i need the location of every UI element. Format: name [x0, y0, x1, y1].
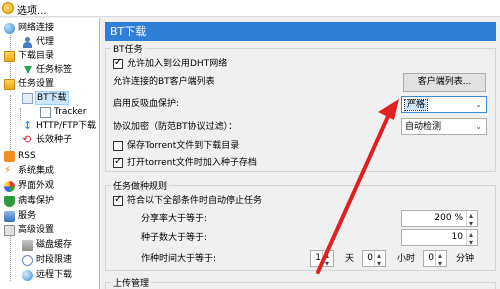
- folder-icon: [4, 51, 15, 62]
- allowed-clients-label: 允许连接的BT客户端列表: [113, 77, 215, 87]
- settings-tree: 网络连接 代理 下载目录 任务标签 任务设置 BT下载 Tracker HTTP…: [0, 18, 100, 289]
- arrows-icon: [22, 119, 33, 132]
- ratio-stepper[interactable]: 200 %: [401, 208, 478, 231]
- client-list-button[interactable]: 客户端列表...: [403, 73, 486, 92]
- arrow-down-icon: [22, 65, 33, 76]
- app-icon: [2, 2, 14, 14]
- bt-icon: [22, 93, 33, 104]
- services-icon: [4, 211, 15, 222]
- user-icon: [22, 37, 33, 48]
- encryption-label: 协议加密（防范BT协议过滤）：: [113, 122, 238, 132]
- checkbox-box[interactable]: [113, 57, 123, 69]
- spin-buttons[interactable]: [435, 248, 446, 271]
- days-unit: 天: [345, 254, 355, 264]
- checkbox-box[interactable]: [113, 194, 123, 206]
- page-title: BT下载: [105, 22, 496, 41]
- tree-guide-line: [10, 95, 11, 153]
- advanced-icon: [4, 225, 15, 236]
- spin-buttons[interactable]: [466, 208, 477, 231]
- refresh-icon: [22, 133, 33, 146]
- minutes-stepper[interactable]: 0: [423, 248, 447, 271]
- clock-icon: [22, 255, 33, 266]
- spin-buttons[interactable]: [322, 248, 333, 271]
- hours-unit: 小时: [397, 254, 416, 264]
- rss-icon: [4, 151, 15, 162]
- anti-leech-label: 启用反吸血保护:: [113, 99, 180, 109]
- ratio-label: 分享率大于等于:: [141, 214, 208, 224]
- bt-task-group-title: BT任务: [111, 42, 145, 55]
- title-bar: 选项...: [0, 0, 500, 17]
- shield-icon: [4, 196, 15, 207]
- upload-management-group: [105, 282, 496, 289]
- checkbox-box[interactable]: [113, 156, 123, 168]
- checkbox-box[interactable]: [113, 141, 123, 151]
- settings-pane: BT下载 BT任务 允许加入到公用DHT网络 允许连接的BT客户端列表 客户端列…: [101, 18, 500, 289]
- spin-buttons[interactable]: [374, 248, 385, 271]
- palette-icon: [4, 181, 15, 192]
- tree-guide-line: [20, 108, 21, 122]
- seeds-label: 种子数大于等于:: [141, 233, 208, 243]
- document-icon: [40, 107, 51, 118]
- plug-icon: [4, 164, 15, 177]
- hours-stepper[interactable]: 0: [362, 248, 386, 271]
- chevron-down-icon: ⌄: [475, 122, 482, 131]
- remote-icon: [22, 270, 33, 281]
- chevron-down-icon: ⌄: [475, 100, 482, 109]
- globe-icon: [4, 23, 15, 34]
- anti-leech-select[interactable]: 严格 ⌄: [401, 96, 487, 113]
- encryption-select[interactable]: 自动检测 ⌄: [401, 118, 487, 135]
- seeds-stepper[interactable]: 10: [401, 227, 478, 250]
- folder-icon: [4, 79, 15, 90]
- disk-icon: [22, 240, 33, 251]
- upload-management-group-title: 上传管理: [111, 276, 152, 289]
- spin-buttons[interactable]: [466, 227, 477, 250]
- seed-time-label: 作种时间大于等于:: [141, 254, 217, 264]
- days-stepper[interactable]: 1: [310, 248, 334, 271]
- seeding-rules-group-title: 任务做种规则: [111, 179, 170, 192]
- window-title: 选项...: [17, 6, 47, 17]
- minutes-unit: 分钟: [456, 254, 475, 264]
